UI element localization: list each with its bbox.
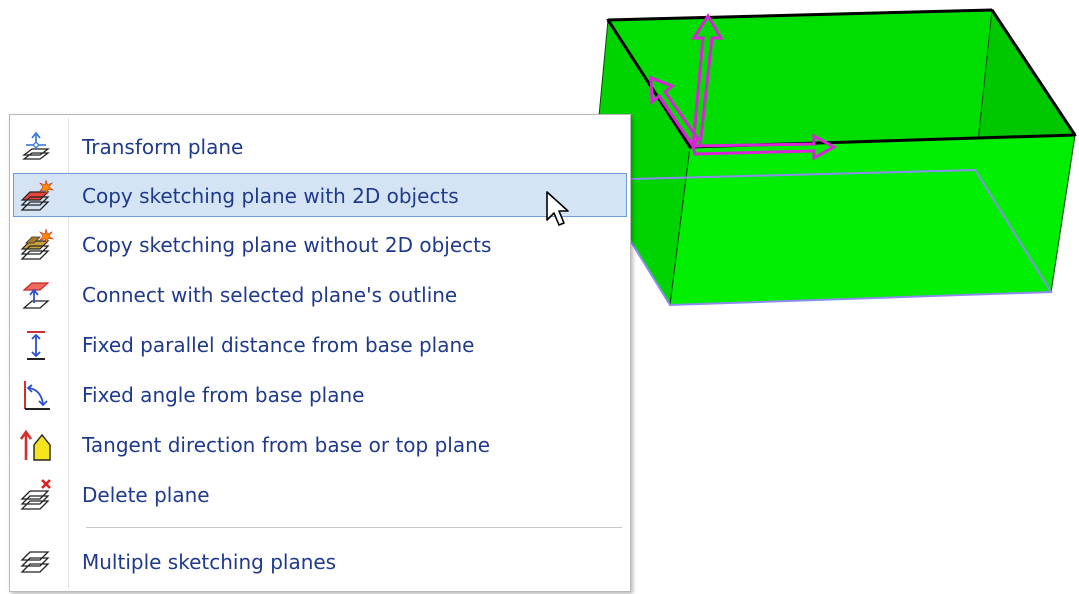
connect-outline-icon	[22, 282, 50, 309]
delete-plane-icon	[20, 479, 51, 510]
fixed-angle-icon	[24, 381, 50, 410]
box-front-face[interactable]	[669, 134, 1076, 306]
menu-item-parallel-distance[interactable]: Fixed parallel distance from base plane	[13, 322, 627, 366]
menu-item-label: Copy sketching plane without 2D objects	[82, 233, 492, 257]
menu-item-connect-outline[interactable]: Connect with selected plane's outline	[13, 272, 627, 316]
parallel-distance-icon	[27, 331, 45, 360]
menu-item-label: Copy sketching plane with 2D objects	[82, 184, 459, 208]
menu-item-fixed-angle[interactable]: Fixed angle from base plane	[13, 372, 627, 416]
menu-item-label: Delete plane	[82, 483, 210, 507]
context-menu: Transform plane Copy sketching plane wit…	[9, 114, 631, 592]
menu-item-label: Transform plane	[82, 135, 244, 159]
multiple-planes-icon	[20, 551, 50, 573]
copy-plane-without-objects-icon	[20, 228, 54, 260]
menu-item-tangent-direction[interactable]: Tangent direction from base or top plane	[13, 422, 627, 466]
menu-item-multiple-planes[interactable]: Multiple sketching planes	[13, 539, 627, 583]
menu-item-label: Multiple sketching planes	[82, 550, 337, 574]
menu-item-transform-plane[interactable]: Transform plane	[13, 124, 627, 168]
transform-plane-icon	[22, 131, 50, 160]
mouse-pointer-icon	[546, 191, 569, 226]
menu-item-delete-plane[interactable]: Delete plane	[13, 472, 627, 516]
tangent-direction-icon	[19, 429, 51, 461]
menu-item-copy-with-2d[interactable]: Copy sketching plane with 2D objects	[13, 173, 627, 217]
menu-item-label: Fixed angle from base plane	[82, 383, 365, 407]
menu-item-copy-without-2d[interactable]: Copy sketching plane without 2D objects	[13, 222, 627, 266]
menu-item-label: Fixed parallel distance from base plane	[82, 333, 475, 357]
menu-item-label: Connect with selected plane's outline	[82, 283, 458, 307]
menu-separator	[86, 527, 622, 528]
menu-item-label: Tangent direction from base or top plane	[82, 433, 491, 457]
copy-plane-with-objects-icon	[20, 179, 54, 211]
